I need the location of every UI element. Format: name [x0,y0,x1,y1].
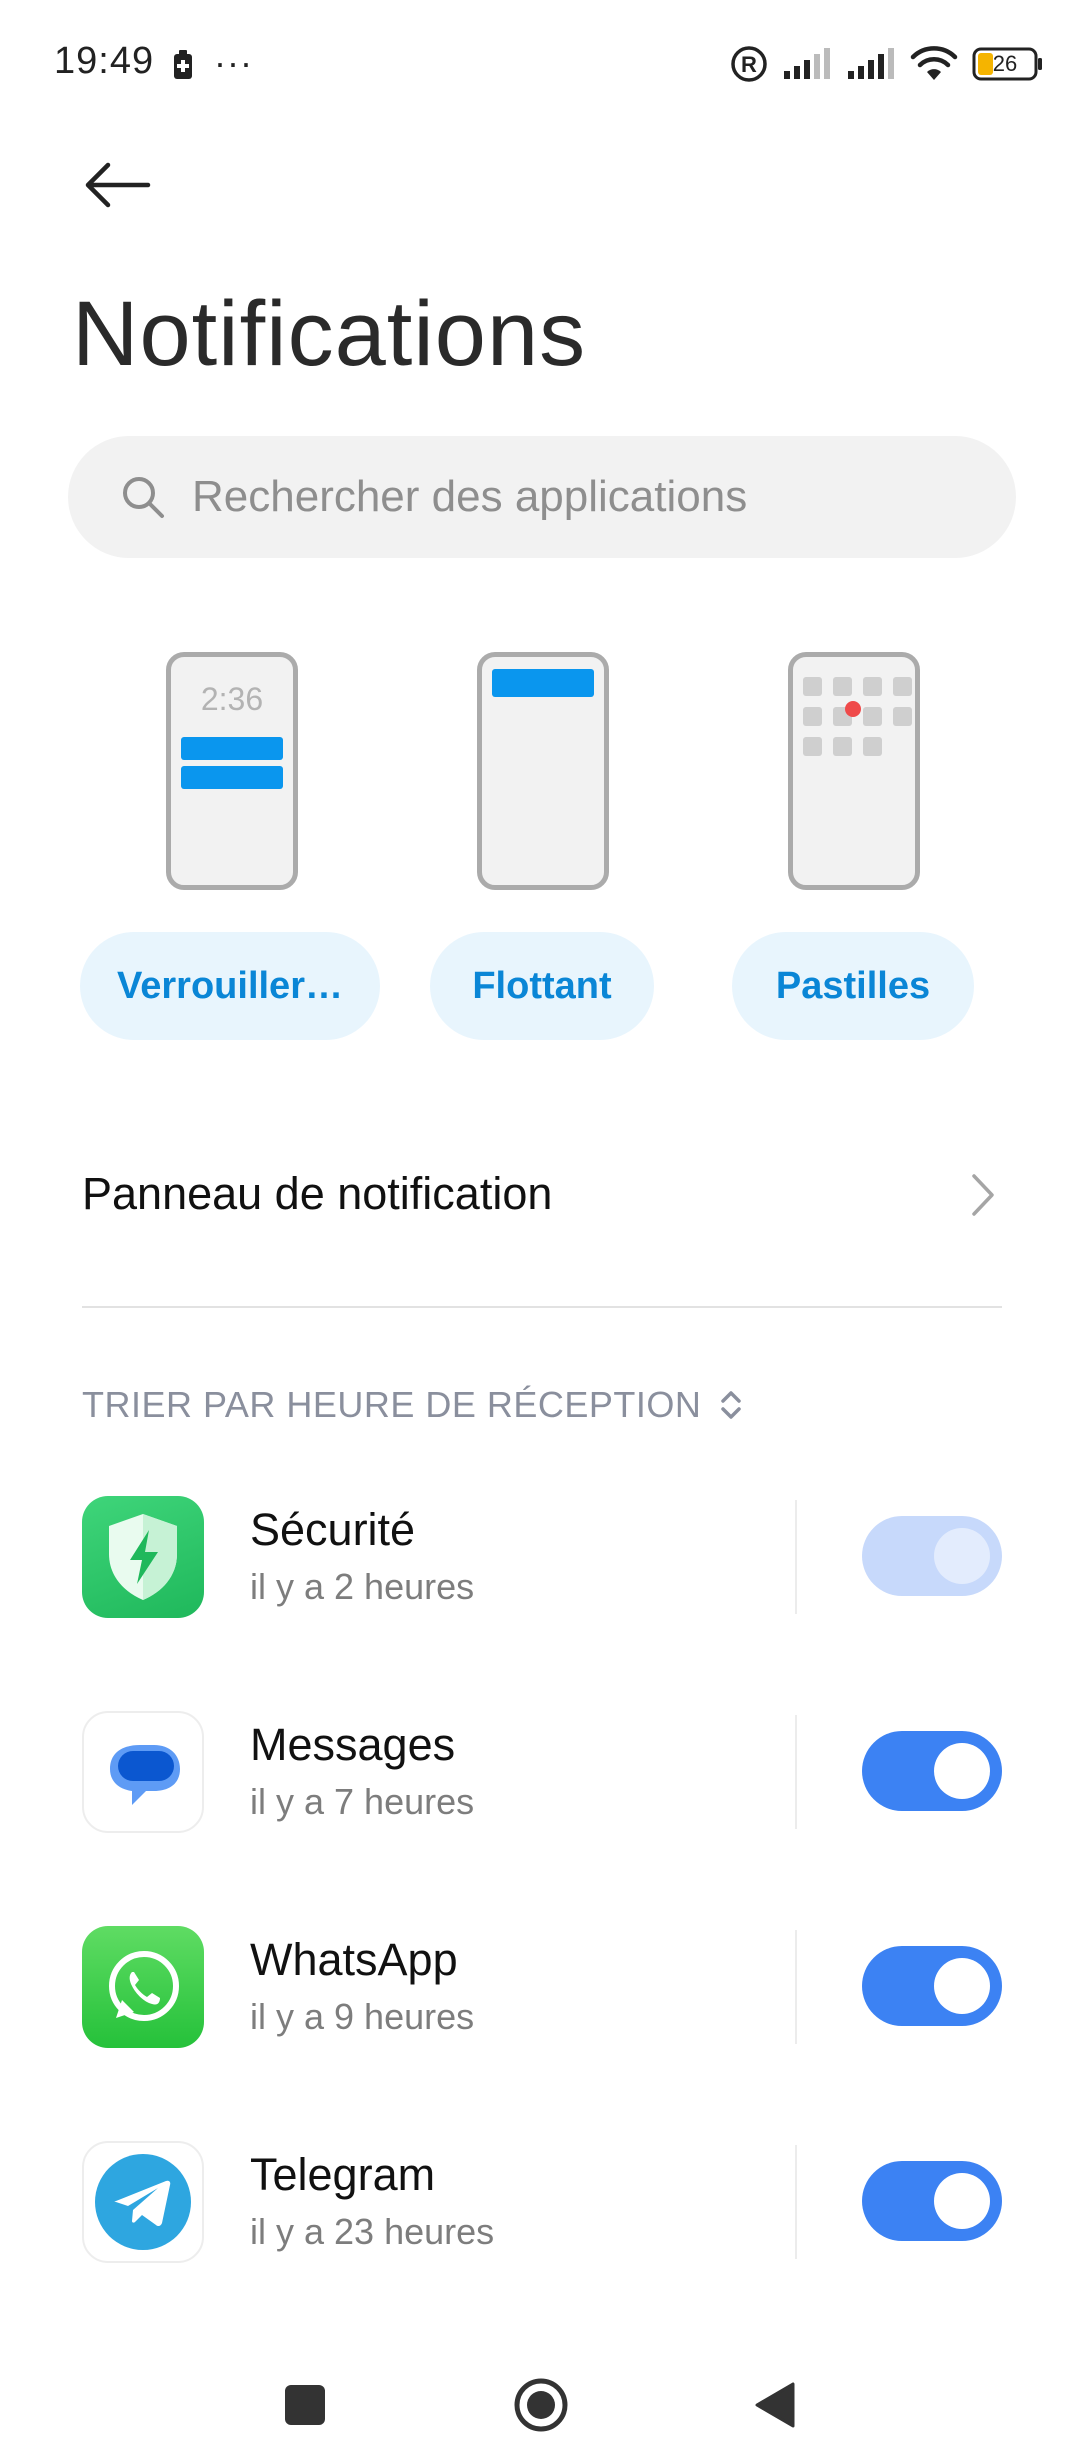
battery-saver-icon [174,50,192,79]
sort-label: TRIER PAR HEURE DE RÉCEPTION [82,1384,702,1425]
telegram-icon [82,2141,204,2263]
separator [795,1930,797,2044]
app-last-notification-time: il y a 23 heures [250,2211,495,2252]
search-input[interactable] [192,464,972,530]
signal-icon-2 [848,48,894,79]
list-item[interactable]: Sécurité il y a 2 heures [0,1496,1080,1618]
status-icons: R 26 [730,44,1044,84]
sort-updown-icon [721,1391,742,1419]
app-name: Messages [250,1719,456,1770]
registered-icon: R [731,46,767,82]
separator [795,2145,797,2259]
security-shield-icon [82,1496,204,1618]
home-circle-icon [514,2378,568,2432]
whatsapp-icon [82,1926,204,2048]
wifi-icon [910,46,958,80]
square-icon [285,2385,325,2425]
status-bar: 19:49 ··· R 26 [0,0,1080,130]
back-button[interactable] [70,150,160,220]
page-title: Notifications [72,283,587,385]
divider [82,1306,1002,1308]
battery-icon: 26 [972,47,1044,81]
app-notification-toggle[interactable] [862,1731,1002,1811]
app-notification-toggle[interactable] [862,1516,1002,1596]
search-bar[interactable] [68,436,1016,558]
notification-panel-row[interactable]: Panneau de notification [0,1140,1080,1250]
floating-preview[interactable] [477,652,609,890]
battery-level: 26 [992,51,1018,76]
floating-notification-preview [492,669,594,697]
app-last-notification-time: il y a 2 heures [250,1566,475,1607]
app-name: WhatsApp [250,1934,458,1985]
lock-screen-button[interactable]: Verrouiller… [80,932,380,1040]
navigation-bar [0,2360,1080,2460]
separator [795,1500,797,1614]
lock-screen-time: 2:36 [200,681,264,717]
arrow-left-icon [85,162,151,208]
floating-button[interactable]: Flottant [430,932,654,1040]
notification-bar-preview [181,766,283,789]
app-notification-toggle[interactable] [862,2161,1002,2241]
notification-bar-preview [181,737,283,760]
badges-button[interactable]: Pastilles [732,932,974,1040]
sort-selector[interactable]: TRIER PAR HEURE DE RÉCEPTION [82,1380,743,1430]
app-last-notification-time: il y a 7 heures [250,1781,475,1822]
home-button[interactable] [496,2360,586,2450]
app-name: Telegram [250,2149,436,2200]
app-name: Sécurité [250,1504,416,1555]
separator [795,1715,797,1829]
svg-text:R: R [741,52,757,77]
app-notification-toggle[interactable] [862,1946,1002,2026]
lock-screen-preview[interactable]: 2:36 [166,652,298,890]
messages-bubble-icon [82,1711,204,1833]
recents-button[interactable] [260,2360,350,2450]
back-nav-button[interactable] [730,2360,820,2450]
list-item[interactable]: WhatsApp il y a 9 heures [0,1926,1080,2048]
signal-icon [784,48,830,79]
list-item[interactable]: Telegram il y a 23 heures [0,2141,1080,2263]
list-item[interactable]: Messages il y a 7 heures [0,1711,1080,1833]
triangle-back-icon [755,2382,795,2428]
badges-preview[interactable] [788,652,920,890]
status-time: 19:49 [54,40,155,82]
notification-panel-label: Panneau de notification [82,1168,553,1219]
search-icon [123,477,164,518]
app-last-notification-time: il y a 9 heures [250,1996,475,2037]
chevron-right-icon [972,1174,994,1216]
badge-dot-icon [845,701,861,717]
more-notifications-icon: ··· [214,42,253,83]
